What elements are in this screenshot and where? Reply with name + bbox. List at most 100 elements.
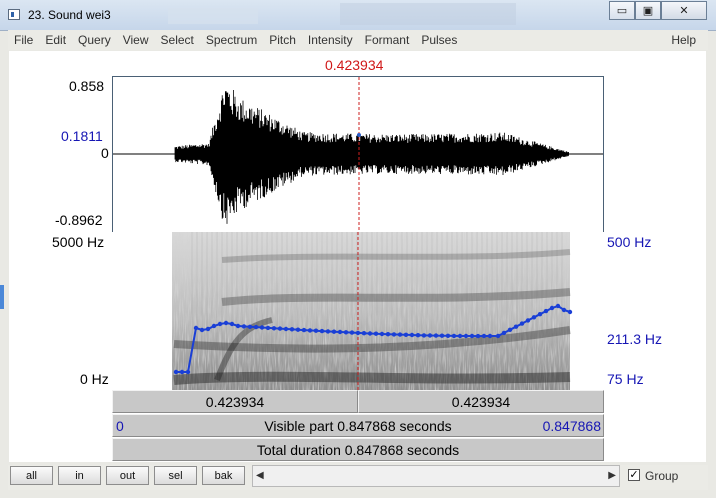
pitch-point (385, 332, 391, 337)
total-duration-bar[interactable]: Total duration 0.847868 seconds (112, 438, 604, 461)
waveform-cursor-value-label: 0.1811 (61, 128, 103, 144)
pitch-point (211, 323, 217, 329)
pitch-point (235, 323, 241, 329)
segment-left-bar[interactable]: 0.423934 (112, 390, 358, 413)
pitch-point (487, 333, 493, 339)
menu-bar: File Edit Query View Select Spectrum Pit… (8, 30, 708, 50)
group-checkbox[interactable]: ✓ (628, 469, 640, 481)
pitch-point (179, 369, 185, 375)
pitch-point (343, 330, 349, 335)
menu-formant[interactable]: Formant (359, 33, 416, 47)
pitch-point (463, 333, 469, 339)
pitch-point (397, 332, 403, 337)
scroll-left-icon[interactable]: ◀ (256, 470, 264, 481)
pitch-point (481, 333, 487, 339)
pitch-point (439, 333, 445, 338)
pitch-point (259, 325, 265, 330)
window-edge-highlight (0, 285, 4, 309)
menu-query[interactable]: Query (72, 33, 117, 47)
visible-end-label: 0.847868 (542, 418, 601, 434)
close-icon: ✕ (679, 5, 689, 17)
pitch-point (555, 303, 561, 309)
pitch-point (205, 326, 211, 332)
pitch-point (307, 328, 313, 333)
waveform-plot (113, 77, 603, 232)
visible-part-bar[interactable]: 0 Visible part 0.847868 seconds 0.847868 (112, 414, 604, 437)
menu-edit[interactable]: Edit (39, 33, 72, 47)
pitch-max-label: 500 Hz (607, 234, 652, 250)
zoom-all-button[interactable]: all (10, 466, 53, 485)
segment-right-bar[interactable]: 0.423934 (358, 390, 604, 413)
pitch-point (445, 333, 451, 338)
horizontal-scrollbar[interactable]: ◀ ▶ (252, 465, 620, 487)
pitch-point (421, 333, 427, 338)
pitch-point (277, 326, 283, 331)
pitch-point (501, 330, 507, 336)
segment-right-label: 0.423934 (451, 393, 511, 410)
menu-spectrum[interactable]: Spectrum (200, 33, 263, 47)
zoom-selection-button[interactable]: sel (154, 466, 197, 485)
scroll-right-icon[interactable]: ▶ (608, 470, 616, 481)
pitch-point (223, 320, 229, 326)
bottom-toolbar: all in out sel bak ◀ ▶ ✓ Group (8, 465, 708, 490)
zoom-in-label: in (75, 469, 84, 482)
zoom-back-label: bak (214, 469, 233, 482)
waveform-panel[interactable] (112, 76, 604, 233)
zoom-in-button[interactable]: in (58, 466, 101, 485)
waveform-cursor-marker (357, 133, 361, 137)
pitch-point (531, 315, 537, 320)
pitch-point (361, 331, 367, 336)
pitch-point (349, 330, 355, 335)
waveform-zero-label: 0 (101, 145, 109, 161)
pitch-point (253, 324, 259, 330)
pitch-point (193, 325, 199, 331)
zoom-out-button[interactable]: out (106, 466, 149, 485)
spectrogram-freq-max-label: 5000 Hz (52, 234, 105, 250)
title-bar-background-ghost-2 (340, 3, 516, 25)
menu-pulses[interactable]: Pulses (415, 33, 463, 47)
app-icon (8, 9, 20, 20)
menu-pitch[interactable]: Pitch (263, 33, 302, 47)
zoom-selection-label: sel (168, 469, 183, 482)
pitch-point (289, 327, 295, 332)
menu-select[interactable]: Select (155, 33, 200, 47)
pitch-point (451, 333, 457, 339)
minimize-button[interactable]: ▭ (609, 1, 635, 20)
window-title: 23. Sound wei3 (28, 8, 111, 22)
menu-view[interactable]: View (117, 33, 155, 47)
pitch-point (217, 321, 223, 327)
pitch-point (549, 305, 555, 311)
waveform-max-label: 0.858 (69, 78, 105, 94)
pitch-point (265, 325, 271, 331)
pitch-point (185, 369, 191, 375)
pitch-point (427, 333, 433, 338)
pitch-point (355, 330, 361, 336)
pitch-point (379, 331, 385, 337)
maximize-button[interactable]: ▣ (635, 1, 661, 20)
spectrogram-panel[interactable] (112, 232, 604, 390)
segment-left-label: 0.423934 (205, 393, 265, 410)
pitch-point (475, 333, 481, 339)
pitch-point (543, 308, 549, 314)
pitch-point (525, 318, 531, 323)
title-bar: 23. Sound wei3 ▭ ▣ ✕ (0, 0, 716, 31)
zoom-all-label: all (25, 469, 37, 482)
pitch-point (537, 312, 543, 317)
spectrogram-plot (172, 232, 573, 390)
total-duration-label: Total duration 0.847868 seconds (256, 441, 460, 458)
pitch-point (271, 326, 277, 331)
pitch-point (469, 333, 475, 339)
pitch-point (409, 332, 415, 338)
menu-file[interactable]: File (8, 33, 39, 47)
group-label: Group (645, 469, 679, 483)
pitch-point (283, 326, 289, 332)
zoom-back-button[interactable]: bak (202, 466, 245, 485)
menu-help[interactable]: Help (665, 33, 702, 47)
close-button[interactable]: ✕ (661, 1, 707, 20)
visible-part-label: Visible part 0.847868 seconds (264, 417, 452, 434)
pitch-point (415, 333, 421, 338)
waveform-min-label: -0.8962 (55, 212, 103, 228)
zoom-out-label: out (119, 469, 136, 482)
menu-intensity[interactable]: Intensity (302, 33, 359, 47)
pitch-point (433, 333, 439, 338)
